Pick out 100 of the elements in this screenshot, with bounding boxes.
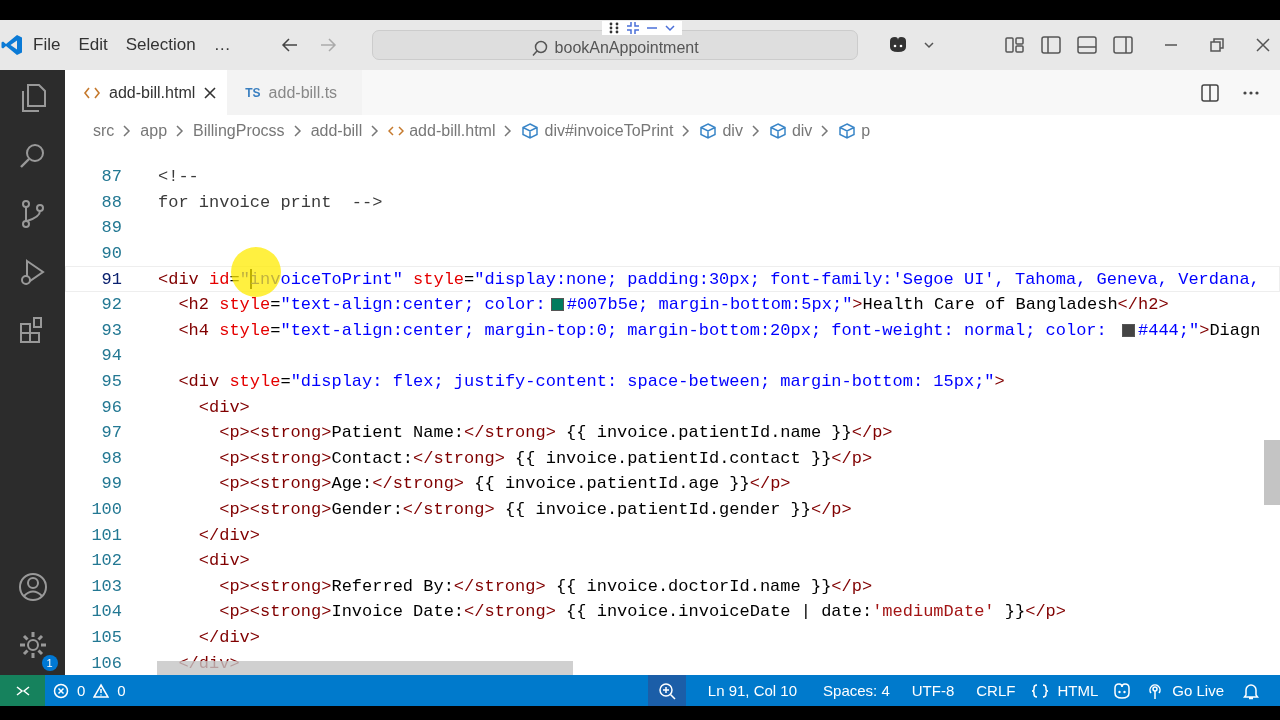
bell-icon[interactable] xyxy=(1242,681,1260,700)
breadcrumb-item[interactable]: BillingProcss xyxy=(193,122,285,140)
command-center-search[interactable]: bookAnAppointment xyxy=(371,30,858,60)
grip-icon[interactable] xyxy=(608,21,620,35)
line-number: 93 xyxy=(100,320,122,340)
zoom-button[interactable] xyxy=(647,675,686,706)
breadcrumb-item[interactable]: src xyxy=(93,122,115,140)
line-number: 104 xyxy=(90,602,122,622)
error-count[interactable]: 0 xyxy=(69,682,94,699)
line-number: 94 xyxy=(100,346,122,366)
cube-icon xyxy=(768,122,787,140)
line-number: 106 xyxy=(90,653,122,673)
code-line: <p><strong>Patient Name:</strong> {{ invoice.patientId.name }}</p> xyxy=(218,423,893,443)
code-line: <p><strong>Referred By:</strong> {{ invoice.doctorId.name }}</p> xyxy=(218,576,873,596)
code-brackets-icon xyxy=(388,124,405,138)
line-number: 96 xyxy=(100,397,122,417)
file-type-label: TS xyxy=(245,85,261,100)
close-icon[interactable] xyxy=(1255,38,1270,52)
copilot-icon[interactable] xyxy=(1112,681,1133,700)
line-number: 97 xyxy=(100,423,122,443)
breadcrumb-item[interactable]: app xyxy=(140,122,168,140)
chevron-right-icon xyxy=(370,124,381,138)
zoom-in-icon xyxy=(657,681,676,700)
breadcrumb-item[interactable]: add-bill xyxy=(310,122,363,140)
line-number: 100 xyxy=(90,500,122,519)
code-line: <div> xyxy=(197,551,250,571)
error-icon xyxy=(53,682,69,699)
chevron-right-icon xyxy=(503,124,514,138)
breadcrumb-item[interactable]: div xyxy=(722,122,743,140)
editor-tab[interactable]: TS add-bill.ts xyxy=(227,70,363,115)
breadcrumb-item[interactable]: add-bill.html xyxy=(409,122,496,140)
chevron-right-icon xyxy=(122,124,133,138)
search-icon xyxy=(530,39,549,57)
split-editor-icon[interactable] xyxy=(1200,82,1220,103)
cursor-position[interactable]: Ln 91, Col 10 xyxy=(699,682,806,699)
line-ending[interactable]: CRLF xyxy=(968,682,1024,699)
remote-button[interactable] xyxy=(0,675,45,706)
code-line: for invoice print --> xyxy=(158,192,383,212)
chevron-down-icon[interactable] xyxy=(923,41,934,49)
encoding[interactable]: UTF-8 xyxy=(903,682,963,699)
collapse-icon[interactable] xyxy=(626,21,640,35)
vscode-logo-icon xyxy=(0,33,24,57)
code-line: <p><strong>Contact:</strong> {{ invoice.patientId.contact }}</p> xyxy=(218,448,873,468)
color-swatch[interactable] xyxy=(1122,323,1135,337)
line-number: 105 xyxy=(90,628,122,647)
breadcrumb-item[interactable]: p xyxy=(861,122,871,140)
chevron-right-icon xyxy=(681,124,692,138)
code-line: <p><strong>Invoice Date:</strong> {{ invoice.invoiceDate | date:'mediumDate' }}</p> xyxy=(218,602,1066,622)
chevron-right-icon xyxy=(820,124,831,138)
menu-item[interactable]: File xyxy=(24,31,70,59)
more-actions-icon[interactable] xyxy=(1242,89,1260,96)
line-number: 92 xyxy=(100,295,122,315)
menu-item[interactable]: … xyxy=(204,31,240,59)
menu-item[interactable]: Edit xyxy=(69,31,117,59)
line-number: 90 xyxy=(100,244,122,264)
account-icon[interactable] xyxy=(16,571,49,603)
sidebar-left-icon[interactable] xyxy=(1039,35,1062,55)
warning-count[interactable]: 0 xyxy=(109,682,134,699)
code-line: <p><strong>Gender:</strong> {{ invoice.patientId.gender }}</p> xyxy=(218,500,852,519)
close-icon[interactable] xyxy=(203,85,218,100)
warning-icon xyxy=(93,682,110,699)
code-line: </div> xyxy=(197,628,261,647)
line-number: 91 xyxy=(100,269,122,289)
code-line: </div> xyxy=(177,653,240,673)
line-number: 101 xyxy=(90,525,122,545)
panel-bottom-icon[interactable] xyxy=(1075,35,1098,55)
breadcrumb-item[interactable]: div#invoiceToPrint xyxy=(544,122,674,140)
line-number: 87 xyxy=(100,167,122,187)
code-line: <h2 style="text-align:center; color: #007b5e; margin-bottom:5px;">Health Care of Bangladesh</h2> xyxy=(177,295,1169,315)
line-number: 99 xyxy=(100,474,122,494)
line-number: 88 xyxy=(100,192,122,212)
code-line: </div> xyxy=(197,525,261,545)
cube-icon xyxy=(521,122,540,140)
editor-tab[interactable]: add-bill.html xyxy=(65,70,228,115)
code-line: <!-- xyxy=(158,167,199,187)
menu-item[interactable]: Selection xyxy=(116,31,205,59)
line-number: 103 xyxy=(90,576,122,596)
code-line: <div style="display: flex; justify-content: space-between; margin-bottom: 15px;"> xyxy=(177,372,1005,392)
line-number: 98 xyxy=(100,448,122,468)
color-swatch[interactable] xyxy=(550,298,564,312)
code-line: <h4 style="text-align:center; margin-top:0; margin-bottom:20px; font-weight: normal; color: #444;">Diagn xyxy=(177,320,1261,340)
cube-icon xyxy=(699,122,718,140)
chevron-right-icon xyxy=(750,124,761,138)
sidebar-right-icon[interactable] xyxy=(1111,35,1134,55)
layout-icon[interactable] xyxy=(1003,35,1026,55)
chevron-right-icon xyxy=(292,124,303,138)
braces-icon xyxy=(1031,682,1050,699)
restore-icon[interactable] xyxy=(1209,38,1224,52)
notification-badge: 1 xyxy=(41,655,58,671)
line-number: 95 xyxy=(100,372,122,392)
cube-icon xyxy=(838,122,857,140)
go-live-button[interactable]: Go Live xyxy=(1164,682,1232,699)
line-number: 89 xyxy=(100,218,122,238)
breadcrumb-item[interactable]: div xyxy=(791,122,813,140)
code-line: <p><strong>Age:</strong> {{ invoice.patientId.age }}</p> xyxy=(218,474,791,494)
indentation[interactable]: Spaces: 4 xyxy=(815,682,898,699)
line-number: 102 xyxy=(90,551,122,571)
chevron-right-icon xyxy=(175,124,186,138)
language-mode[interactable]: HTML xyxy=(1049,682,1107,699)
vertical-scrollbar[interactable] xyxy=(1264,440,1280,505)
